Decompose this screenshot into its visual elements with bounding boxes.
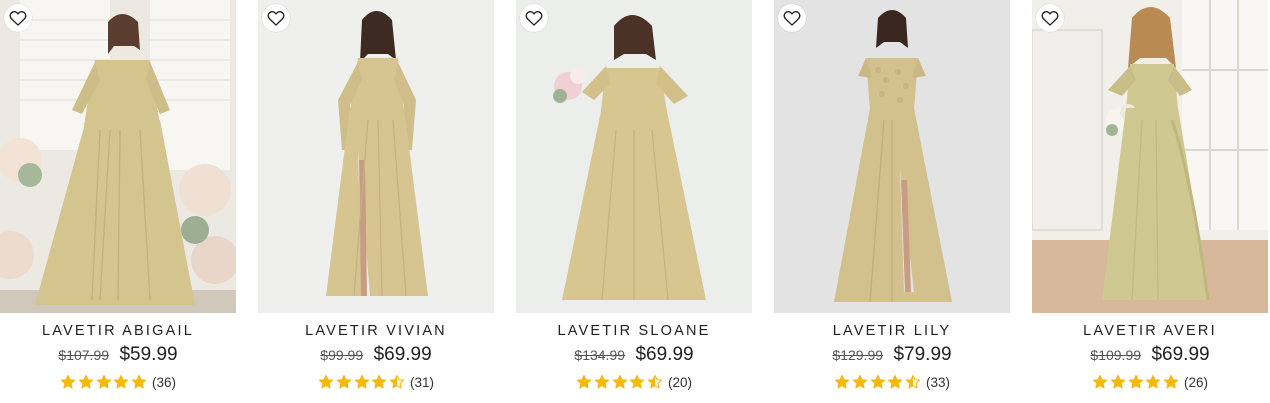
heart-outline-icon bbox=[267, 11, 285, 26]
review-count[interactable]: (26) bbox=[1184, 375, 1208, 390]
product-title[interactable]: LAVETIR VIVIAN bbox=[258, 323, 494, 339]
star-full-icon bbox=[630, 374, 645, 389]
star-full-icon bbox=[594, 374, 609, 389]
sale-price: $79.99 bbox=[893, 344, 952, 365]
star-full-icon bbox=[1128, 374, 1143, 389]
product-card-vivian[interactable]: LAVETIR VIVIAN $99.99 $69.99 (31) bbox=[258, 0, 494, 403]
dress-photo-averi bbox=[1032, 0, 1268, 313]
star-half-icon bbox=[390, 374, 405, 389]
dress-photo-vivian bbox=[258, 0, 494, 313]
rating-row: (33) bbox=[774, 374, 1010, 390]
review-count[interactable]: (20) bbox=[668, 375, 692, 390]
product-image[interactable] bbox=[1032, 0, 1268, 313]
star-rating bbox=[318, 374, 407, 390]
heart-outline-icon bbox=[9, 11, 27, 26]
star-full-icon bbox=[78, 374, 93, 389]
star-half-icon bbox=[906, 374, 921, 389]
product-image[interactable] bbox=[258, 0, 494, 313]
price-block: $129.99 $79.99 bbox=[774, 344, 1010, 366]
wishlist-button[interactable] bbox=[520, 4, 548, 32]
price-block: $109.99 $69.99 bbox=[1032, 344, 1268, 366]
price-block: $107.99 $59.99 bbox=[0, 344, 236, 366]
dress-photo-abigail bbox=[0, 0, 236, 313]
heart-outline-icon bbox=[1041, 11, 1059, 26]
product-card-sloane[interactable]: LAVETIR SLOANE $134.99 $69.99 (20) bbox=[516, 0, 752, 403]
star-full-icon bbox=[576, 374, 592, 389]
product-title[interactable]: LAVETIR ABIGAIL bbox=[0, 323, 236, 339]
wishlist-button[interactable] bbox=[262, 4, 290, 32]
price-block: $99.99 $69.99 bbox=[258, 344, 494, 366]
star-full-icon bbox=[1146, 374, 1161, 389]
sale-price: $69.99 bbox=[635, 344, 694, 365]
product-image[interactable] bbox=[0, 0, 236, 313]
sale-price: $69.99 bbox=[373, 344, 432, 365]
star-full-icon bbox=[372, 374, 387, 389]
product-title[interactable]: LAVETIR LILY bbox=[774, 323, 1010, 339]
product-card-abigail[interactable]: LAVETIR ABIGAIL $107.99 $59.99 (36) bbox=[0, 0, 236, 403]
original-price: $99.99 bbox=[320, 347, 364, 363]
product-title[interactable]: LAVETIR AVERI bbox=[1032, 323, 1268, 339]
review-count[interactable]: (36) bbox=[152, 375, 176, 390]
star-full-icon bbox=[852, 374, 867, 389]
original-price: $109.99 bbox=[1090, 347, 1142, 363]
product-image[interactable] bbox=[774, 0, 1010, 313]
star-full-icon bbox=[318, 374, 334, 389]
product-card-lily[interactable]: LAVETIR LILY $129.99 $79.99 (33) bbox=[774, 0, 1010, 403]
original-price: $134.99 bbox=[574, 347, 626, 363]
star-full-icon bbox=[870, 374, 885, 389]
star-rating bbox=[576, 374, 665, 390]
star-full-icon bbox=[1164, 374, 1179, 389]
rating-row: (26) bbox=[1032, 374, 1268, 390]
review-count[interactable]: (33) bbox=[926, 375, 950, 390]
wishlist-button[interactable] bbox=[778, 4, 806, 32]
product-grid: LAVETIR ABIGAIL $107.99 $59.99 (36) LAVE… bbox=[0, 0, 1270, 403]
product-title[interactable]: LAVETIR SLOANE bbox=[516, 323, 752, 339]
rating-row: (20) bbox=[516, 374, 752, 390]
star-full-icon bbox=[336, 374, 351, 389]
dress-photo-lily bbox=[774, 0, 1010, 313]
star-half-icon bbox=[648, 374, 663, 389]
sale-price: $69.99 bbox=[1151, 344, 1210, 365]
star-full-icon bbox=[612, 374, 627, 389]
product-card-averi[interactable]: LAVETIR AVERI $109.99 $69.99 (26) bbox=[1032, 0, 1268, 403]
star-full-icon bbox=[96, 374, 111, 389]
star-full-icon bbox=[1092, 374, 1108, 389]
heart-outline-icon bbox=[783, 11, 801, 26]
star-full-icon bbox=[354, 374, 369, 389]
star-full-icon bbox=[114, 374, 129, 389]
star-rating bbox=[1092, 374, 1181, 390]
price-block: $134.99 $69.99 bbox=[516, 344, 752, 366]
star-full-icon bbox=[888, 374, 903, 389]
original-price: $107.99 bbox=[58, 347, 110, 363]
heart-outline-icon bbox=[525, 11, 543, 26]
review-count[interactable]: (31) bbox=[410, 375, 434, 390]
star-full-icon bbox=[1110, 374, 1125, 389]
rating-row: (31) bbox=[258, 374, 494, 390]
star-rating bbox=[834, 374, 923, 390]
product-image[interactable] bbox=[516, 0, 752, 313]
wishlist-button[interactable] bbox=[4, 4, 32, 32]
rating-row: (36) bbox=[0, 374, 236, 390]
star-full-icon bbox=[132, 374, 147, 389]
sale-price: $59.99 bbox=[119, 344, 178, 365]
star-full-icon bbox=[60, 374, 76, 389]
original-price: $129.99 bbox=[832, 347, 884, 363]
dress-photo-sloane bbox=[516, 0, 752, 313]
wishlist-button[interactable] bbox=[1036, 4, 1064, 32]
star-full-icon bbox=[834, 374, 850, 389]
star-rating bbox=[60, 374, 149, 390]
